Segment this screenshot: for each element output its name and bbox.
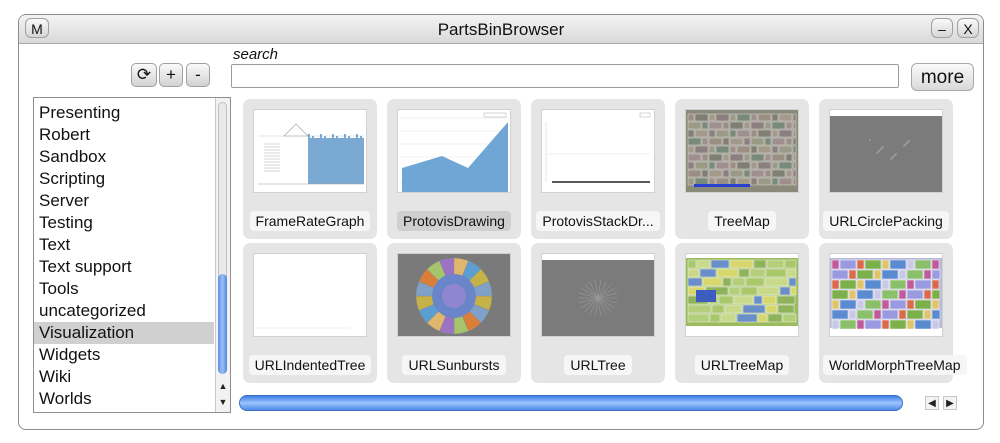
search-label: search <box>233 46 279 63</box>
part-tile[interactable]: FrameRateGraph <box>243 99 377 239</box>
sunburst-thumbnail <box>397 253 511 337</box>
category-item[interactable]: Sandbox <box>34 146 214 168</box>
frame-rate-graph-thumbnail <box>253 109 367 193</box>
part-label-container: URLTree <box>535 355 661 377</box>
part-tile[interactable]: ProtovisStackDr... <box>531 99 665 239</box>
minimize-button[interactable]: – <box>931 18 953 38</box>
part-tile[interactable]: URLTree <box>531 243 665 383</box>
part-name: ProtovisDrawing <box>397 211 511 231</box>
part-tile[interactable]: URLSunbursts <box>387 243 521 383</box>
category-item[interactable]: Wiki <box>34 366 214 388</box>
category-item[interactable]: Visualization <box>34 322 214 344</box>
category-item[interactable]: Text support <box>34 256 214 278</box>
reload-icon: ⟳ <box>136 65 152 84</box>
part-name: WorldMorphTreeMap <box>823 355 967 375</box>
horizontal-scroll-thumb[interactable] <box>239 395 903 411</box>
part-name: URLIndentedTree <box>248 355 372 375</box>
part-label-container: TreeMap <box>679 211 805 233</box>
part-label-container: FrameRateGraph <box>247 211 373 233</box>
url-treemap-thumbnail <box>685 253 799 337</box>
parts-horizontal-scrollbar[interactable]: ◀ ▶ <box>237 393 967 415</box>
part-label-container: URLSunbursts <box>391 355 517 377</box>
category-item[interactable]: Worlds <box>34 388 214 410</box>
protovis-stack-thumbnail <box>541 109 655 193</box>
scroll-down-icon[interactable]: ▼ <box>217 396 229 408</box>
part-tile[interactable]: TreeMap <box>675 99 809 239</box>
category-item[interactable]: Robert <box>34 124 214 146</box>
part-name: URLSunbursts <box>402 355 506 375</box>
category-item[interactable]: Scripting <box>34 168 214 190</box>
title-bar[interactable]: M PartsBinBrowser – X <box>19 15 983 44</box>
part-label-container: URLTreeMap <box>679 355 805 377</box>
window-title: PartsBinBrowser <box>437 20 565 39</box>
category-list[interactable]: Presenting Robert Sandbox Scripting Server Te… <box>33 97 231 413</box>
part-tile[interactable]: URLCirclePacking <box>819 99 953 239</box>
close-button[interactable]: X <box>957 18 979 38</box>
part-name: URLTreeMap <box>694 355 790 375</box>
scroll-up-icon[interactable]: ▲ <box>217 380 229 392</box>
part-tile[interactable]: URLTreeMap <box>675 243 809 383</box>
category-item[interactable]: uncategorized <box>34 300 214 322</box>
scroll-thumb[interactable] <box>218 274 227 374</box>
scroll-right-icon[interactable]: ▶ <box>943 396 957 410</box>
category-item[interactable]: Widgets <box>34 344 214 366</box>
more-button[interactable]: more <box>911 63 974 91</box>
scroll-left-icon[interactable]: ◀ <box>925 396 939 410</box>
circle-packing-thumbnail <box>829 109 943 193</box>
category-scrollbar[interactable]: ▲ ▼ <box>215 98 230 412</box>
protovis-area-chart-thumbnail <box>397 109 511 193</box>
part-name: FrameRateGraph <box>249 211 371 231</box>
part-name: URLCirclePacking <box>823 211 949 231</box>
part-tile[interactable]: ProtovisDrawing <box>387 99 521 239</box>
indented-tree-thumbnail <box>253 253 367 337</box>
part-tile[interactable]: WorldMorphTreeMap <box>819 243 967 383</box>
part-label-container: URLCirclePacking <box>823 211 949 233</box>
add-part-button[interactable]: + <box>159 63 183 87</box>
part-label-container: ProtovisDrawing <box>391 211 517 233</box>
part-label-container: URLIndentedTree <box>247 355 373 377</box>
part-label-container: WorldMorphTreeMap <box>823 355 967 377</box>
reload-button[interactable]: ⟳ <box>131 63 157 87</box>
category-item[interactable]: Server <box>34 190 214 212</box>
part-label-container: ProtovisStackDr... <box>535 211 661 233</box>
part-tile[interactable]: URLIndentedTree <box>243 243 377 383</box>
tree-thumbnail <box>541 253 655 337</box>
remove-part-button[interactable]: - <box>186 63 210 87</box>
treemap-thumbnail <box>685 109 799 193</box>
world-treemap-thumbnail <box>829 253 943 337</box>
category-item[interactable]: Tools <box>34 278 214 300</box>
category-item[interactable]: Presenting <box>34 102 214 124</box>
parts-grid: FrameRateGraph ProtovisDrawing ProtovisSta… <box>231 95 967 395</box>
parts-bin-browser-window: M PartsBinBrowser – X ⟳ + - search more … <box>18 14 984 430</box>
part-name: ProtovisStackDr... <box>536 211 660 231</box>
part-name: TreeMap <box>708 211 776 231</box>
search-input[interactable] <box>231 64 899 88</box>
category-item[interactable]: Testing <box>34 212 214 234</box>
part-name: URLTree <box>564 355 632 375</box>
category-item[interactable]: Text <box>34 234 214 256</box>
